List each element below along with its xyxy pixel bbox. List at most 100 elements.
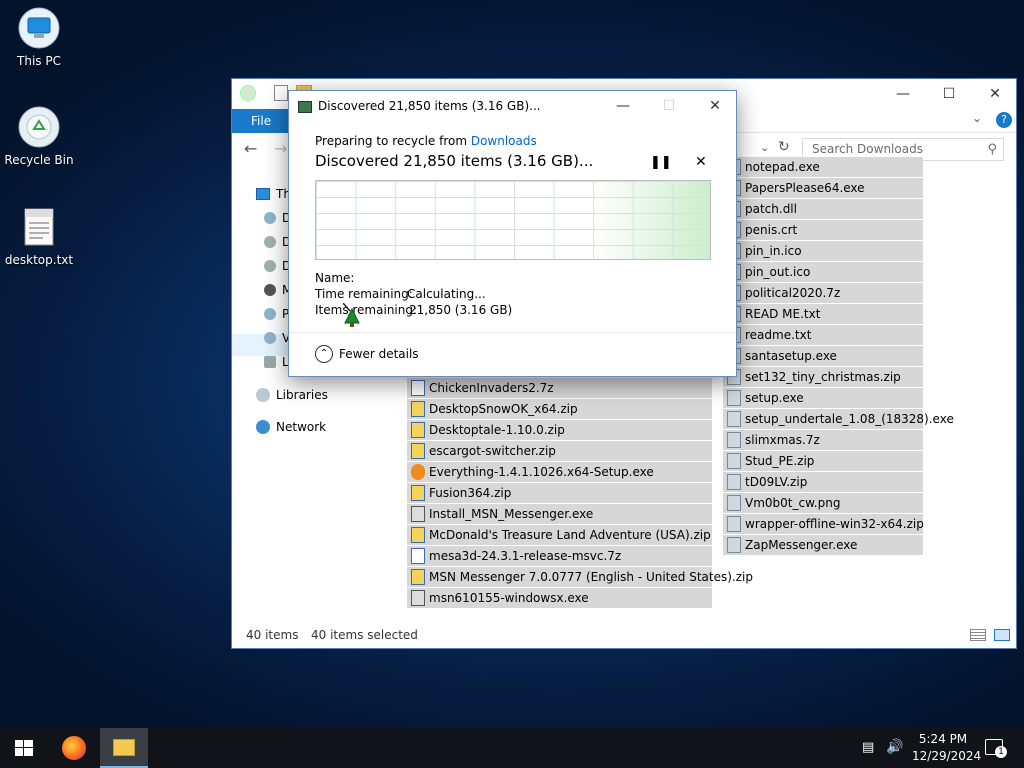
file-item[interactable]: patch.dll [723,199,923,219]
file-item[interactable]: MSN Messenger 7.0.0777 (English - United… [407,567,753,587]
progress-graph [315,180,711,260]
properties-icon[interactable] [274,85,288,101]
pause-button[interactable]: ❚❚ [650,155,672,170]
explorer-maximize-button[interactable]: ☐ [926,79,972,109]
time-remaining-value: Calculating... [407,287,486,301]
file-item[interactable]: msn610155-windowsx.exe [407,588,712,608]
large-icons-view-icon[interactable] [994,629,1010,641]
file-item[interactable]: McDonald's Treasure Land Adventure (USA)… [407,525,712,545]
file-item[interactable]: Everything-1.4.1.1026.x64-Setup.exe [407,462,712,482]
details-view-icon[interactable] [970,629,986,641]
address-dropdown-icon[interactable]: ⌄ [760,141,769,154]
dialog-minimize-button[interactable]: — [600,91,646,123]
file-item[interactable]: mesa3d-24.3.1-release-msvc.7z [407,546,712,566]
forward-arrow-icon[interactable]: → [274,139,287,158]
file-item[interactable]: santasetup.exe [723,346,923,366]
start-button[interactable] [15,740,33,756]
explorer-close-button[interactable]: ✕ [972,79,1018,109]
file-item[interactable]: escargot-switcher.zip [407,441,712,461]
file-item[interactable]: Install_MSN_Messenger.exe [407,504,712,524]
file-name: Install_MSN_Messenger.exe [429,507,594,521]
desktop-icon-this-pc[interactable]: This PC [0,6,78,68]
file-item[interactable]: Fusion364.zip [407,483,712,503]
back-arrow-icon[interactable]: ← [244,139,257,158]
file-item[interactable]: pin_in.ico [723,241,923,261]
help-icon[interactable]: ? [996,112,1012,128]
desktop-icon-desktop-txt[interactable]: desktop.txt [0,205,78,267]
file-name: political2020.7z [745,286,841,300]
file-item[interactable]: political2020.7z [723,283,923,303]
file-item[interactable]: readme.txt [723,325,923,345]
source-folder-link[interactable]: Downloads [471,134,537,148]
fewer-details-button[interactable]: ⌃ Fewer details [315,345,419,363]
file-type-icon [727,495,741,511]
dialog-close-button[interactable]: ✕ [692,91,738,123]
file-name: Vm0b0t_cw.png [745,496,841,510]
file-name: setup_undertale_1.08_(18328).exe [745,412,954,426]
desktop-icon-label: Recycle Bin [4,153,74,167]
file-name: McDonald's Treasure Land Adventure (USA)… [429,528,711,542]
clock[interactable]: 5:24 PM 12/29/2024 [912,731,981,765]
file-item[interactable]: tD09LV.zip [723,472,923,492]
file-item[interactable]: notepad.exe [723,157,923,177]
search-icon: ⚲ [987,142,997,157]
file-item[interactable]: READ ME.txt [723,304,923,324]
disk-icon [264,356,276,368]
file-name: tD09LV.zip [745,475,808,489]
file-item[interactable]: Vm0b0t_cw.png [723,493,923,513]
file-item[interactable]: DesktopSnowOK_x64.zip [407,399,712,419]
file-name: mesa3d-24.3.1-release-msvc.7z [429,549,622,563]
nav-item-network[interactable]: Network [256,417,326,437]
recycle-bin-icon [17,105,61,149]
file-explorer-icon [113,739,135,756]
file-name: Stud_PE.zip [745,454,815,468]
file-explorer-taskbar-button[interactable] [100,728,148,768]
pictures-icon [264,308,276,320]
firefox-icon[interactable] [62,736,86,760]
notification-count-badge: 1 [995,746,1007,758]
desktop-icon-recycle-bin[interactable]: Recycle Bin [0,105,78,167]
christmas-tree-cursor-icon [342,302,361,332]
nav-item-libraries[interactable]: Libraries [256,385,328,405]
network-status-icon[interactable]: ▤ [862,740,874,755]
file-item[interactable]: ZapMessenger.exe [723,535,923,555]
file-item[interactable]: Stud_PE.zip [723,451,923,471]
file-item[interactable]: pin_out.ico [723,262,923,282]
ribbon-expand-icon[interactable]: ⌄ [972,111,982,125]
text-file-icon [17,205,61,249]
file-name: pin_out.ico [745,265,811,279]
file-item[interactable]: PapersPlease64.exe [723,178,923,198]
nav-item-label: Network [276,420,327,434]
file-name: Everything-1.4.1.1026.x64-Setup.exe [429,465,654,479]
nav-item-videos[interactable]: V [264,328,290,348]
cancel-button[interactable]: ✕ [695,154,707,170]
file-type-icon [727,432,741,448]
taskbar: ▤ 🔊 5:24 PM 12/29/2024 1 [0,728,1024,768]
explorer-minimize-button[interactable]: — [880,79,926,109]
file-item[interactable]: set132_tiny_christmas.zip [723,367,923,387]
nav-item-this-pc[interactable]: Th [256,184,291,204]
file-item[interactable]: ChickenInvaders2.7z [407,378,712,398]
file-type-icon [411,422,425,438]
file-type-icon [727,516,741,532]
refresh-icon[interactable]: ↻ [778,139,790,155]
file-type-icon [411,485,425,501]
nav-item-local-disk[interactable]: L [264,352,289,372]
file-item[interactable]: setup_undertale_1.08_(18328).exe [723,409,954,429]
file-tab[interactable]: File [232,109,288,133]
file-name: pin_in.ico [745,244,802,258]
videos-icon [264,332,276,344]
quick-access-icon[interactable] [240,85,256,101]
file-item[interactable]: slimxmas.7z [723,430,923,450]
file-item[interactable]: Desktoptale-1.10.0.zip [407,420,712,440]
file-name: slimxmas.7z [745,433,820,447]
file-item[interactable]: setup.exe [723,388,923,408]
recycle-icon [298,101,312,113]
volume-icon[interactable]: 🔊 [886,739,903,755]
file-name: patch.dll [745,202,797,216]
file-item[interactable]: penis.crt [723,220,923,240]
file-item[interactable]: wrapper-offline-win32-x64.zip [723,514,924,534]
nav-item-pictures[interactable]: P [264,304,289,324]
fewer-details-label: Fewer details [339,347,419,361]
file-name: ChickenInvaders2.7z [429,381,554,395]
